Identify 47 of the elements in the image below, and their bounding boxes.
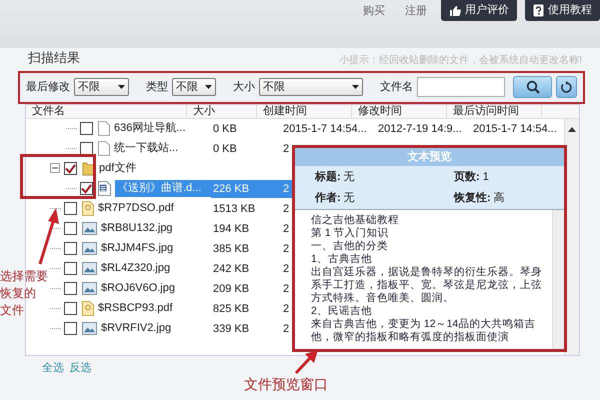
filter-label: 大小 (233, 80, 256, 95)
filter-label: 最后修改 (26, 80, 70, 95)
created-time: 2 (283, 202, 290, 214)
preview-field: 页数: 1 (454, 169, 544, 186)
created-time: 2015-1-7 14:54... (283, 122, 367, 134)
preview-field: 标题: 无 (315, 169, 454, 186)
file-name: pdf文件 (99, 160, 138, 176)
file-size: 385 KB (213, 242, 250, 254)
file-name: $RSBCP93.pdf (98, 301, 174, 316)
file-name: 636网址导航... (114, 120, 187, 136)
preview-field: 恢复性: 高 (454, 190, 544, 206)
created-time: 2 (283, 322, 290, 334)
created-time: 2 (283, 302, 290, 314)
file-size: 209 KB (213, 282, 250, 294)
accessed-time: 2015-1-7 14:54... (473, 122, 557, 134)
file-size: 194 KB (213, 222, 250, 234)
file-name: $RJJM4FS.jpg (101, 241, 174, 256)
preview-title: 文本预览 (295, 148, 564, 166)
filter-label: 文件名 (380, 80, 413, 95)
file-size: 242 KB (213, 262, 250, 274)
file-name: $RL4Z320.jpg (101, 261, 172, 276)
created-time: 2 (283, 182, 290, 194)
hint-text: 小提示：经回收站删除的文件，会被系统自动更改名称! (339, 54, 582, 68)
annotation-text: 文件预览窗口 (244, 376, 328, 393)
created-time: 2 (283, 282, 290, 294)
file-name: $RB8U132.jpg (101, 221, 174, 236)
file-name: $R7P7DSO.pdf (98, 201, 175, 216)
preview-field: 作者: 无 (315, 190, 454, 206)
file-size: 1513 KB (213, 202, 256, 214)
file-size: 339 KB (213, 322, 250, 334)
file-name: $ROJ6V6O.jpg (101, 281, 176, 296)
file-size: 825 KB (213, 302, 250, 314)
created-time: 2 (283, 242, 290, 254)
file-name: 《送别》曲谱.d... (115, 180, 211, 197)
section-title: 扫描结果 (28, 49, 80, 67)
file-name: $RVRFIV2.jpg (101, 321, 172, 336)
created-time: 2 (283, 222, 290, 234)
file-name: 统一下载站... (114, 140, 180, 156)
annotation-text: 选择需要 恢复的 文件 (0, 268, 49, 319)
created-time: 2 (283, 262, 290, 274)
preview-text: 信之吉他基础教程 第 1 节入门知识 一、吉他的分类 1、古典吉他 出自宫廷乐器，据说是鲁特琴的衍生乐器。琴身系手工打造，指板平、宽。琴弦是尼龙弦，上弦方式特殊。音色唯美、圆润。 2、民谣吉他 来自古典吉他，变更为 12～14品的大共鸣箱吉他，微窄的指板和略有弧度的指板面使演 (310, 213, 543, 345)
file-size: 226 KB (213, 182, 250, 194)
file-size: 0 KB (213, 142, 237, 154)
created-time: 2 (283, 142, 290, 154)
file-size: 0 KB (213, 122, 237, 134)
filter-label: 类型 (146, 80, 168, 95)
modified-time: 2012-7-19 14:9... (378, 122, 462, 134)
